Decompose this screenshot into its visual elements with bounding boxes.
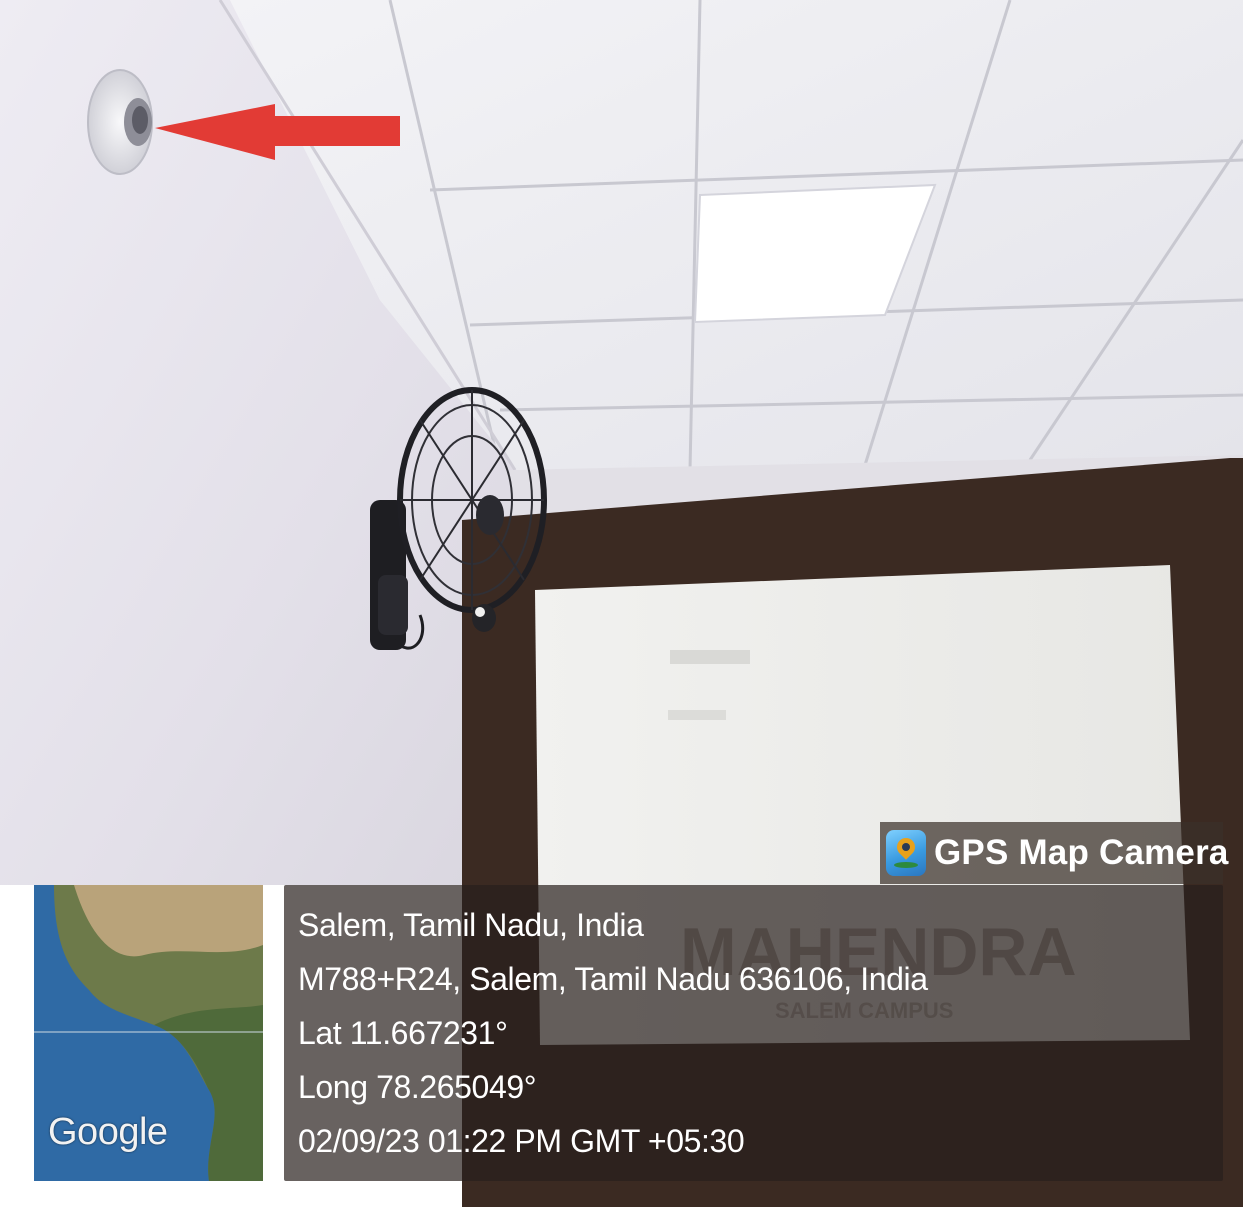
location-place: Salem, Tamil Nadu, India — [298, 907, 644, 943]
location-address: M788+R24, Salem, Tamil Nadu 636106, Indi… — [298, 961, 928, 997]
location-longitude: Long 78.265049° — [298, 1069, 537, 1105]
location-minimap: Google — [34, 885, 263, 1181]
google-logo: Google — [48, 1111, 168, 1153]
gps-map-camera-app-icon — [886, 830, 926, 876]
gps-map-camera-badge: GPS Map Camera — [880, 822, 1228, 884]
app-badge-title: GPS Map Camera — [934, 833, 1229, 872]
location-latitude: Lat 11.667231° — [298, 1015, 508, 1051]
photo-frame: MAHENDRA SALEM CAMPUS GPS Map Camera Goo… — [0, 0, 1243, 1207]
location-timestamp: 02/09/23 01:22 PM GMT +05:30 — [298, 1123, 745, 1159]
location-info-panel: Salem, Tamil Nadu, India M788+R24, Salem… — [284, 885, 1223, 1181]
smoke-detector — [87, 69, 153, 175]
